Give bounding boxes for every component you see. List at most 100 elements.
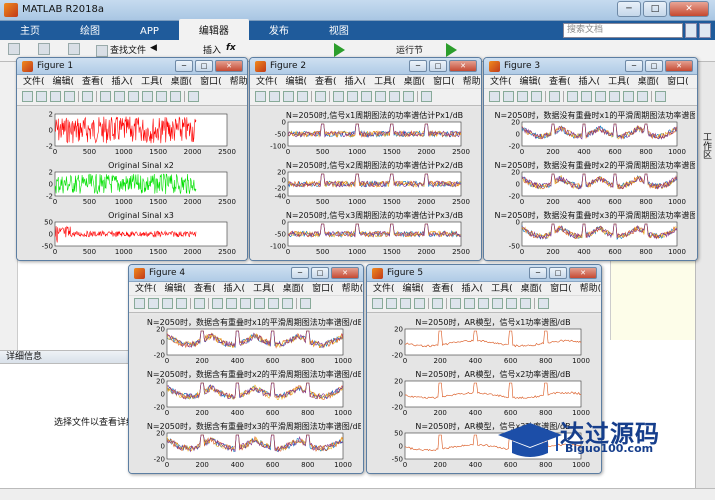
zoom-in-icon[interactable] [212, 298, 223, 309]
legend-icon[interactable] [538, 298, 549, 309]
menu-item[interactable]: 桌面( [404, 75, 426, 88]
maximize-button[interactable]: □ [645, 60, 663, 72]
menu-item[interactable]: 帮助( [580, 282, 601, 295]
menu-item[interactable]: 窗口( [312, 282, 334, 295]
close-button[interactable]: ✕ [449, 60, 477, 72]
save-icon[interactable] [283, 91, 294, 102]
menu-item[interactable]: 帮助( [230, 75, 247, 88]
workspace-label[interactable]: 工作区 [700, 132, 713, 159]
pan-icon[interactable] [361, 91, 372, 102]
minimize-button[interactable]: ─ [291, 267, 309, 279]
figure-title-bar[interactable]: Figure 1 ─ □ ✕ [17, 58, 247, 75]
new-figure-icon[interactable] [255, 91, 266, 102]
brush-icon[interactable] [637, 91, 648, 102]
figure-3-window[interactable]: Figure 3─□✕文件(编辑(查看(插入(工具(桌面(窗口(帮助(N=205… [483, 57, 698, 261]
open-icon[interactable] [269, 91, 280, 102]
maximize-button[interactable]: □ [643, 1, 667, 17]
print-icon[interactable] [64, 91, 75, 102]
run-advance-icon[interactable] [446, 43, 457, 57]
close-button[interactable]: ✕ [569, 267, 597, 279]
pointer-icon[interactable] [82, 91, 93, 102]
zoom-out-icon[interactable] [114, 91, 125, 102]
menu-item[interactable]: 帮助( [463, 75, 481, 88]
save-icon[interactable] [162, 298, 173, 309]
legend-icon[interactable] [655, 91, 666, 102]
rotate-icon[interactable] [375, 91, 386, 102]
zoom-in-icon[interactable] [450, 298, 461, 309]
maximize-button[interactable]: □ [311, 267, 329, 279]
figure-title-bar[interactable]: Figure 2 ─ □ ✕ [250, 58, 481, 75]
tab-publish[interactable]: 发布 [249, 19, 309, 40]
brush-icon[interactable] [520, 298, 531, 309]
save-icon[interactable] [68, 43, 82, 55]
close-button[interactable]: ✕ [669, 1, 709, 17]
menu-item[interactable]: 窗口( [550, 282, 572, 295]
menu-item[interactable]: 插入( [112, 75, 134, 88]
brush-icon[interactable] [282, 298, 293, 309]
help-icon[interactable] [699, 23, 711, 38]
new-figure-icon[interactable] [489, 91, 500, 102]
menu-item[interactable]: 桌面( [283, 282, 305, 295]
menu-item[interactable]: 文件( [23, 75, 45, 88]
open-icon[interactable] [503, 91, 514, 102]
menu-item[interactable]: 编辑( [165, 282, 187, 295]
legend-icon[interactable] [188, 91, 199, 102]
zoom-in-icon[interactable] [100, 91, 111, 102]
open-icon[interactable] [38, 43, 52, 55]
menu-item[interactable]: 桌面( [521, 282, 543, 295]
pointer-icon[interactable] [315, 91, 326, 102]
maximize-button[interactable]: □ [429, 60, 447, 72]
new-icon[interactable] [8, 43, 22, 55]
menu-item[interactable]: 查看( [82, 75, 104, 88]
zoom-out-icon[interactable] [347, 91, 358, 102]
legend-icon[interactable] [300, 298, 311, 309]
data-cursor-icon[interactable] [506, 298, 517, 309]
zoom-out-icon[interactable] [464, 298, 475, 309]
menu-item[interactable]: 工具( [608, 75, 630, 88]
rotate-icon[interactable] [142, 91, 153, 102]
menu-item[interactable]: 查看( [194, 282, 216, 295]
menu-item[interactable]: 插入( [462, 282, 484, 295]
tab-view[interactable]: 视图 [309, 19, 369, 40]
pan-icon[interactable] [478, 298, 489, 309]
rotate-icon[interactable] [609, 91, 620, 102]
save-icon[interactable] [517, 91, 528, 102]
menu-item[interactable]: 窗口( [433, 75, 455, 88]
figure-title-bar[interactable]: Figure 5 ─ □ ✕ [367, 265, 601, 282]
menu-item[interactable]: 编辑( [520, 75, 542, 88]
menu-item[interactable]: 工具( [374, 75, 396, 88]
figure-2-window[interactable]: Figure 2 ─□✕ 文件(编辑(查看(插入(工具(桌面(窗口(帮助(N=205… [249, 57, 482, 261]
rotate-icon[interactable] [492, 298, 503, 309]
close-button[interactable]: ✕ [331, 267, 359, 279]
open-icon[interactable] [386, 298, 397, 309]
maximize-button[interactable]: □ [549, 267, 567, 279]
menu-item[interactable]: 文件( [490, 75, 512, 88]
brush-icon[interactable] [403, 91, 414, 102]
pointer-icon[interactable] [432, 298, 443, 309]
new-figure-icon[interactable] [134, 298, 145, 309]
minimize-button[interactable]: ─ [625, 60, 643, 72]
zoom-in-icon[interactable] [333, 91, 344, 102]
close-button[interactable]: ✕ [665, 60, 693, 72]
menu-item[interactable]: 插入( [224, 282, 246, 295]
figure-title-bar[interactable]: Figure 4 ─ □ ✕ [129, 265, 363, 282]
close-button[interactable]: ✕ [215, 60, 243, 72]
zoom-out-icon[interactable] [581, 91, 592, 102]
minimize-button[interactable]: ─ [529, 267, 547, 279]
brush-icon[interactable] [170, 91, 181, 102]
pan-icon[interactable] [240, 298, 251, 309]
menu-item[interactable]: 查看( [549, 75, 571, 88]
print-icon[interactable] [531, 91, 542, 102]
run-section-button[interactable]: 运行节 [396, 43, 423, 56]
search-docs-input[interactable]: 搜索文档 [563, 23, 683, 38]
open-icon[interactable] [148, 298, 159, 309]
tab-editor[interactable]: 编辑器 [178, 19, 249, 40]
zoom-out-icon[interactable] [226, 298, 237, 309]
print-icon[interactable] [414, 298, 425, 309]
legend-icon[interactable] [421, 91, 432, 102]
zoom-in-icon[interactable] [567, 91, 578, 102]
rotate-icon[interactable] [254, 298, 265, 309]
menu-item[interactable]: 编辑( [286, 75, 308, 88]
data-cursor-icon[interactable] [268, 298, 279, 309]
notification-icon[interactable] [685, 23, 697, 38]
